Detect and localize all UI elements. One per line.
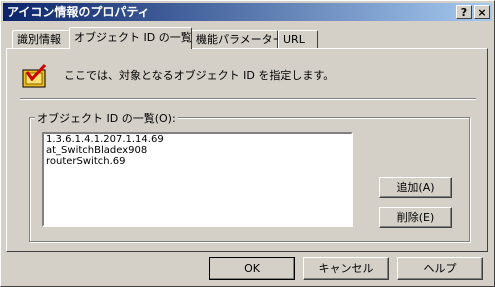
separator bbox=[20, 98, 476, 100]
description-text: ここでは、対象となるオブジェクト ID を指定します。 bbox=[64, 69, 335, 82]
delete-button[interactable]: 削除(E) bbox=[379, 207, 452, 228]
tab-panel-object-id-list: ここでは、対象となるオブジェクト ID を指定します。 オブジェクト ID の一… bbox=[6, 48, 488, 252]
help-title-button[interactable]: ? bbox=[456, 5, 472, 19]
list-item[interactable]: at_SwitchBladex908 bbox=[44, 145, 351, 156]
ok-button[interactable]: OK bbox=[209, 257, 295, 280]
properties-dialog: アイコン情報のプロパティ ? × 識別情報 オブジェクト ID の一覧 機能パラ… bbox=[0, 0, 495, 287]
group-label: オブジェクト ID の一覧(O): bbox=[35, 110, 178, 126]
tab-identification[interactable]: 識別情報 bbox=[12, 30, 70, 48]
tab-function-parameters[interactable]: 機能パラメーター bbox=[191, 30, 284, 48]
window-title: アイコン情報のプロパティ bbox=[7, 5, 150, 19]
list-item[interactable]: routerSwitch.69 bbox=[44, 156, 351, 167]
cancel-button[interactable]: キャンセル bbox=[303, 257, 389, 280]
list-item[interactable]: 1.3.6.1.4.1.207.1.14.69 bbox=[44, 134, 351, 145]
object-id-listbox[interactable]: 1.3.6.1.4.1.207.1.14.69 at_SwitchBladex9… bbox=[42, 132, 353, 227]
checkmark-box-icon bbox=[22, 63, 47, 88]
help-button[interactable]: ヘルプ bbox=[397, 257, 483, 280]
object-id-group: オブジェクト ID の一覧(O): 1.3.6.1.4.1.207.1.14.6… bbox=[29, 110, 470, 242]
add-button[interactable]: 追加(A) bbox=[379, 177, 452, 198]
tab-url[interactable]: URL bbox=[278, 30, 318, 48]
tab-object-id-list[interactable]: オブジェクト ID の一覧 bbox=[69, 27, 192, 49]
title-bar[interactable]: アイコン情報のプロパティ ? × bbox=[3, 3, 492, 21]
close-button[interactable]: × bbox=[474, 5, 490, 19]
